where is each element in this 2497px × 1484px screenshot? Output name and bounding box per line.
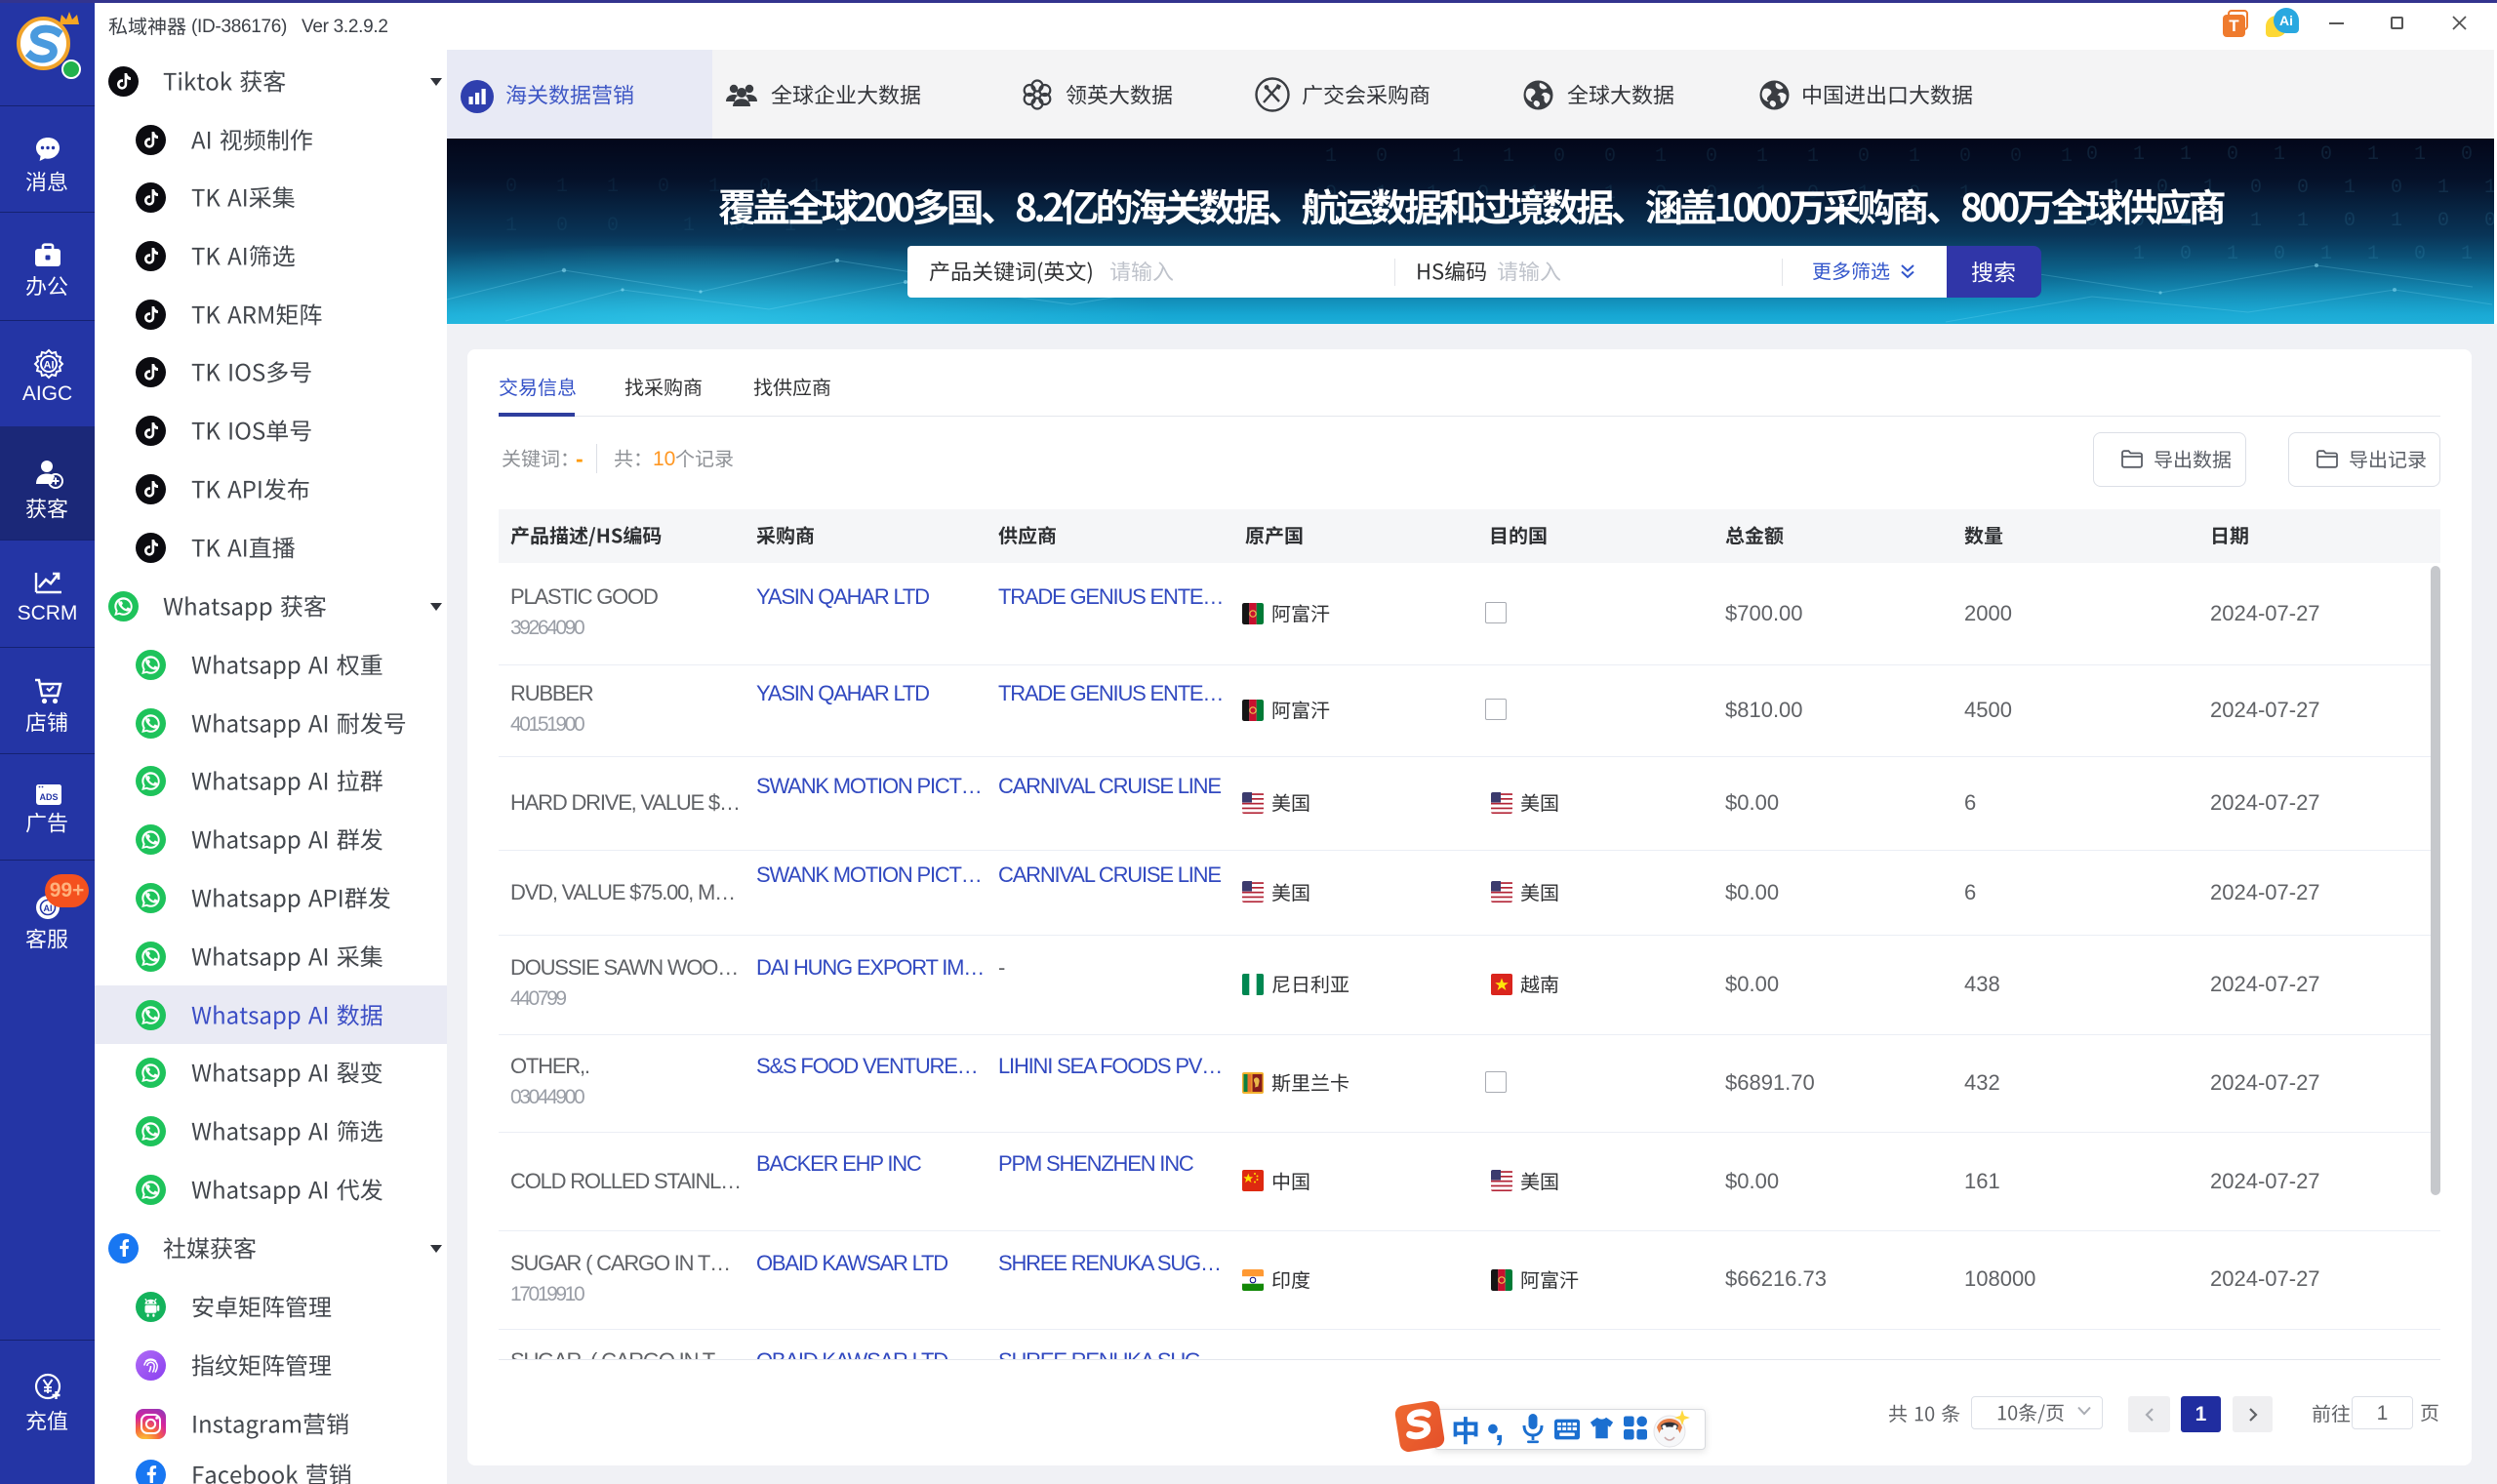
svg-text:ADS: ADS <box>39 792 58 802</box>
svg-text:AI: AI <box>44 903 53 913</box>
svg-text:AI: AI <box>44 360 55 372</box>
